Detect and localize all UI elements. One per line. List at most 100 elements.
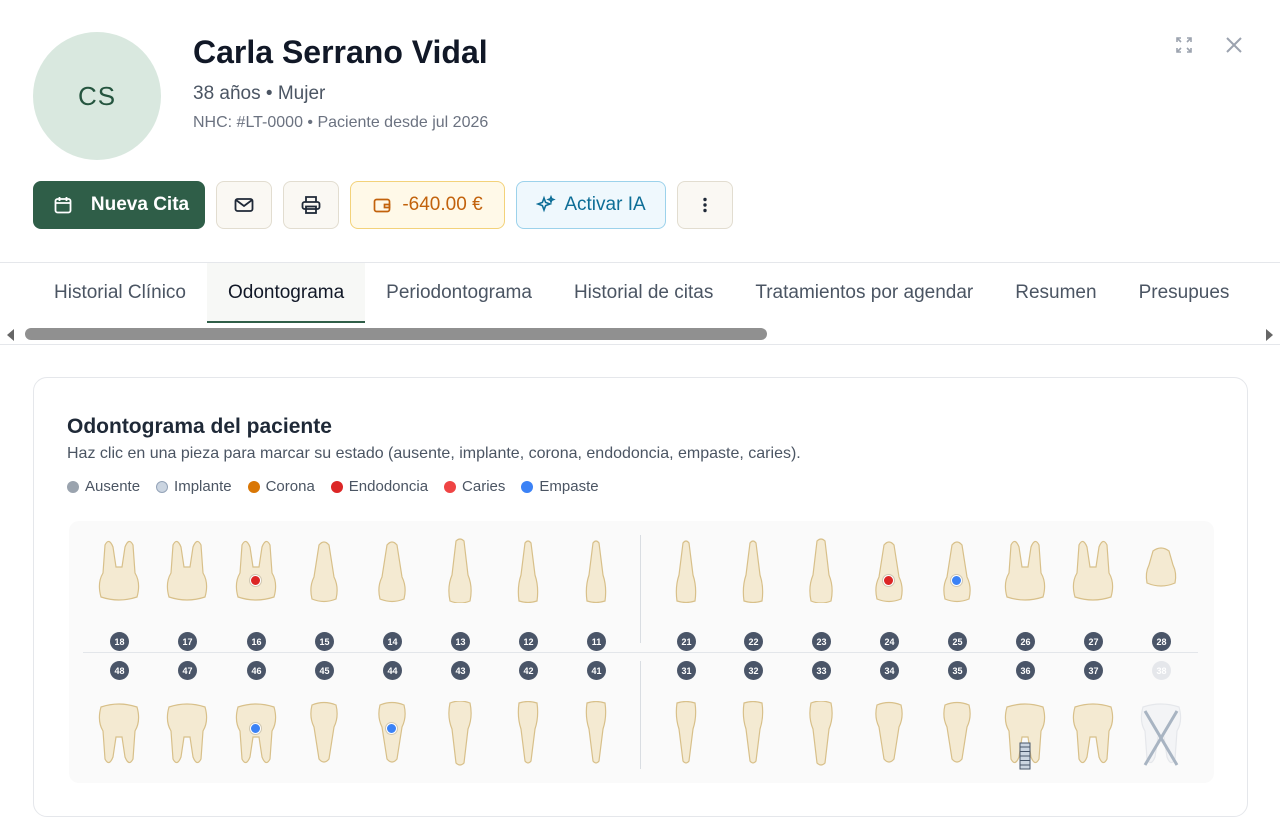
activate-ai-label: Activar IA xyxy=(564,194,646,215)
tab-odontograma[interactable]: Odontograma xyxy=(206,263,366,323)
sparkles-icon xyxy=(536,195,557,213)
tooth-31[interactable]: 31 xyxy=(656,655,716,775)
tab-resumen[interactable]: Resumen xyxy=(994,263,1117,323)
tooth-16[interactable]: 16 xyxy=(226,533,286,653)
tooth-24-shape xyxy=(875,541,903,603)
tooth-28[interactable]: 28 xyxy=(1131,533,1191,653)
tooth-27[interactable]: 27 xyxy=(1063,533,1123,653)
tooth-number: 34 xyxy=(880,661,899,680)
tab-historial-de-citas[interactable]: Historial de citas xyxy=(553,263,734,323)
tooth-27-shape xyxy=(1072,540,1114,601)
tooth-number: 21 xyxy=(677,632,696,651)
activate-ai-button[interactable]: Activar IA xyxy=(516,181,666,229)
tooth-number: 17 xyxy=(178,632,197,651)
midline-upper xyxy=(640,535,641,643)
tooth-18-shape xyxy=(98,540,140,601)
print-button[interactable] xyxy=(283,181,339,229)
email-button[interactable] xyxy=(216,181,272,229)
odontogram-title: Odontograma del paciente xyxy=(67,415,332,438)
legend-item: Ausente xyxy=(67,478,140,495)
tooth-24[interactable]: 24 xyxy=(859,533,919,653)
tooth-36[interactable]: 36 xyxy=(995,655,1055,775)
patient-name: Carla Serrano Vidal xyxy=(193,34,488,70)
tooth-43[interactable]: 43 xyxy=(430,655,490,775)
tooth-41[interactable]: 41 xyxy=(566,655,626,775)
tooth-number: 41 xyxy=(587,661,606,680)
tab-tratamientos-por-agendar[interactable]: Tratamientos por agendar xyxy=(734,263,994,323)
tooth-11[interactable]: 11 xyxy=(566,533,626,653)
tooth-14[interactable]: 14 xyxy=(362,533,422,653)
tab-historial-cl-nico[interactable]: Historial Clínico xyxy=(33,263,207,323)
tooth-44-mark xyxy=(386,723,397,734)
legend-label: Empaste xyxy=(539,478,599,495)
tooth-number: 37 xyxy=(1084,661,1103,680)
tooth-21[interactable]: 21 xyxy=(656,533,716,653)
tooth-17[interactable]: 17 xyxy=(157,533,217,653)
legend-dot xyxy=(444,480,457,493)
tooth-number: 43 xyxy=(451,661,470,680)
tooth-26-shape xyxy=(1004,540,1046,601)
tooth-number: 35 xyxy=(948,661,967,680)
tooth-37-shape xyxy=(1072,703,1114,764)
tooth-33[interactable]: 33 xyxy=(791,655,851,775)
tooth-12[interactable]: 12 xyxy=(498,533,558,653)
tooth-13-shape xyxy=(448,538,472,603)
tooth-38[interactable]: 38 xyxy=(1131,655,1191,775)
tooth-number: 12 xyxy=(519,632,538,651)
expand-icon[interactable] xyxy=(1172,33,1196,57)
tooth-41-shape xyxy=(585,701,607,764)
tooth-42-shape xyxy=(517,701,539,764)
tooth-45[interactable]: 45 xyxy=(294,655,354,775)
tooth-35-shape xyxy=(943,701,971,763)
tooth-45-shape xyxy=(310,701,338,763)
scrollbar-thumb[interactable] xyxy=(25,328,767,340)
tooth-25[interactable]: 25 xyxy=(927,533,987,653)
odontogram-card: Odontograma del paciente Haz clic en una… xyxy=(33,377,1248,817)
tabs-scrollbar[interactable] xyxy=(0,325,1280,344)
tooth-15[interactable]: 15 xyxy=(294,533,354,653)
scroll-left-arrow-icon[interactable] xyxy=(7,329,14,341)
tooth-number: 45 xyxy=(315,661,334,680)
tooth-13[interactable]: 13 xyxy=(430,533,490,653)
tooth-number: 28 xyxy=(1152,632,1171,651)
tooth-32[interactable]: 32 xyxy=(723,655,783,775)
odontogram-subtitle: Haz clic en una pieza para marcar su est… xyxy=(67,445,801,462)
tabs-bar: Historial Clínico Odontograma Periodontogr… xyxy=(0,263,1280,325)
tooth-number: 42 xyxy=(519,661,538,680)
tooth-46[interactable]: 46 xyxy=(226,655,286,775)
tooth-number: 32 xyxy=(744,661,763,680)
patient-header: CS Carla Serrano Vidal 38 años • Mujer N… xyxy=(0,0,1280,262)
tooth-18[interactable]: 18 xyxy=(89,533,149,653)
tooth-44[interactable]: 44 xyxy=(362,655,422,775)
tooth-28-shape xyxy=(1145,547,1177,587)
tooth-48[interactable]: 48 xyxy=(89,655,149,775)
tooth-36-shape xyxy=(1004,703,1046,770)
tooth-47[interactable]: 47 xyxy=(157,655,217,775)
balance-button[interactable]: -640.00 € xyxy=(350,181,505,229)
tooth-34[interactable]: 34 xyxy=(859,655,919,775)
tab-periodontograma[interactable]: Periodontograma xyxy=(365,263,553,323)
tooth-number: 46 xyxy=(247,661,266,680)
legend-label: Ausente xyxy=(85,478,141,495)
new-appointment-button[interactable]: Nueva Cita xyxy=(33,181,205,229)
legend-label: Endodoncia xyxy=(348,478,429,495)
scroll-right-arrow-icon[interactable] xyxy=(1266,329,1273,341)
tooth-number: 27 xyxy=(1084,632,1103,651)
tooth-35[interactable]: 35 xyxy=(927,655,987,775)
tooth-number: 38 xyxy=(1152,661,1171,680)
tooth-22[interactable]: 22 xyxy=(723,533,783,653)
tab-presupues[interactable]: Presupues xyxy=(1118,263,1251,323)
tooth-42[interactable]: 42 xyxy=(498,655,558,775)
more-button[interactable] xyxy=(677,181,733,229)
tooth-22-shape xyxy=(742,540,764,603)
tooth-37[interactable]: 37 xyxy=(1063,655,1123,775)
tooth-26[interactable]: 26 xyxy=(995,533,1055,653)
patient-age-sex: 38 años • Mujer xyxy=(193,83,326,104)
balance-amount: -640.00 € xyxy=(402,194,483,215)
tooth-32-shape xyxy=(742,701,764,764)
calendar-icon xyxy=(54,197,72,214)
tooth-number: 11 xyxy=(587,632,606,651)
close-icon[interactable] xyxy=(1222,33,1246,57)
more-vertical-icon xyxy=(703,197,707,213)
tooth-23[interactable]: 23 xyxy=(791,533,851,653)
